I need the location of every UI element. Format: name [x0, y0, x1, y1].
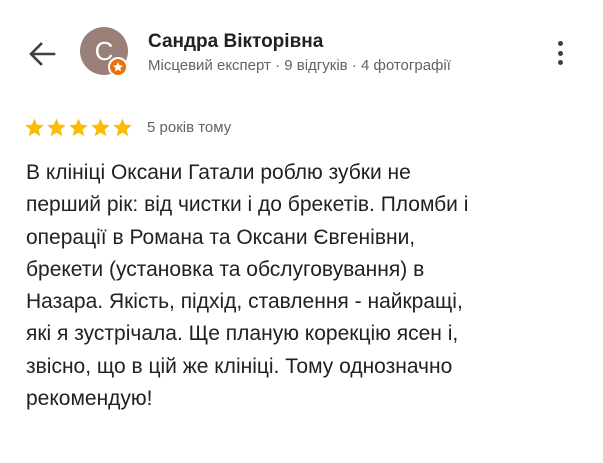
review-text-line: рекомендую!: [26, 387, 153, 411]
review-text: В клініці Оксани Гатали роблю зубки не пе…: [26, 157, 586, 415]
review-text-line: операції в Романа та Оксани Євгенівни,: [26, 225, 416, 249]
reviewer-meta: Місцевий експерт · 9 відгуків · 4 фотогр…: [148, 57, 451, 74]
review-text-line: брекети (установка та обслуговування) в: [26, 257, 425, 281]
arrow-back-icon: [29, 42, 56, 66]
star-icon: [25, 118, 44, 136]
review-header: С Сандра Вікторівна Місцевий експерт · 9…: [0, 0, 603, 104]
local-guide-star-icon: [113, 62, 123, 72]
star-icon: [91, 118, 110, 136]
review-text-line: перший рік: від чистки і до брекетів. Пл…: [26, 193, 469, 217]
review-text-line: В клініці Оксани Гатали роблю зубки не: [26, 161, 411, 184]
more-vertical-icon-dot: [557, 60, 563, 65]
star-icon: [113, 118, 132, 136]
star-icon: [47, 118, 66, 136]
review-text-line: звісно, що в цій же клініці. Тому однозн…: [26, 354, 453, 378]
rating-row: 5 років тому: [24, 115, 231, 139]
review-text-line: які я зустрічала. Ще планую корекцію ясе…: [26, 322, 459, 346]
review-date: 5 років тому: [147, 118, 232, 136]
review-text-line: Назара. Якість, підхід, ставлення - найк…: [26, 290, 463, 314]
more-options-button[interactable]: [548, 36, 572, 70]
more-vertical-icon: [557, 41, 563, 46]
star-icon: [69, 118, 88, 136]
star-rating: [24, 117, 133, 138]
local-guide-badge: [108, 57, 128, 77]
back-button[interactable]: [24, 38, 60, 70]
reviewer-name[interactable]: Сандра Вікторівна: [148, 31, 323, 53]
more-vertical-icon-dot: [557, 50, 563, 56]
